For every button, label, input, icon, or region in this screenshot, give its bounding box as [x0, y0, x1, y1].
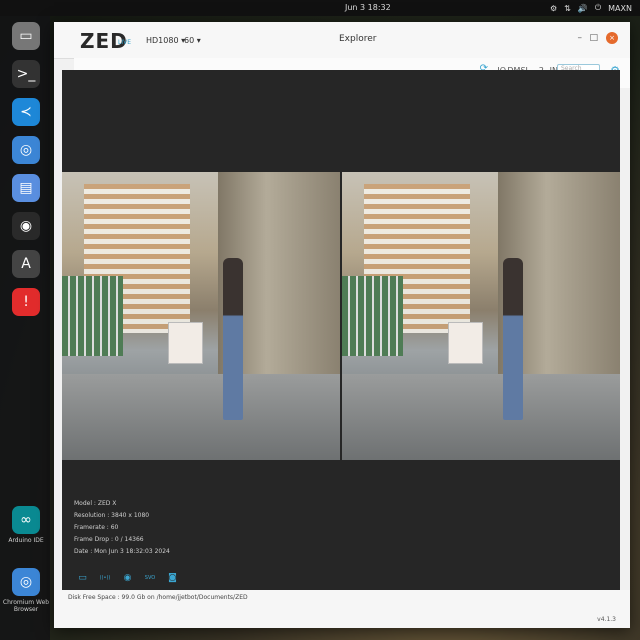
power-tray-icon[interactable]: ⏻ — [595, 3, 601, 13]
version-label: v4.1.3 — [597, 616, 616, 623]
chromium-icon[interactable]: ◎ — [12, 136, 40, 164]
framerate-info: Framerate : 60 — [74, 524, 119, 531]
chromium-browser-icon[interactable]: ◎ — [12, 568, 40, 596]
minimize-button[interactable]: – — [578, 33, 583, 43]
system-top-bar: Jun 3 18:32 ⚙ ⇅ 🔊 ⏻ MAXN — [0, 0, 640, 16]
system-tray[interactable]: ⚙ ⇅ 🔊 ⏻ MAXN — [550, 3, 632, 13]
camera-info-panel: Model : ZED X Resolution : 3840 x 1080 F… — [74, 498, 170, 558]
capture-controls: ▭ ((•)) ◉ SVO ◙ — [76, 572, 179, 585]
application-dock: ▭ >_ ≺ ◎ ▤ ◉ A! ∞ Arduino IDE ◎ Chromium Web Brows… — [0, 16, 50, 640]
help-icon[interactable]: ! — [12, 288, 40, 316]
resolution-select[interactable]: HD1080 ▾ — [146, 36, 185, 45]
terminal-icon[interactable]: >_ — [12, 60, 40, 88]
volume-tray-icon[interactable]: 🔊 — [578, 4, 588, 13]
dock-label: Chromium Web Browser — [2, 599, 50, 613]
folder-icon[interactable]: ▭ — [76, 572, 89, 585]
stereo-video-feed — [62, 172, 620, 460]
right-camera-image — [342, 172, 620, 460]
settings-tray-icon[interactable]: ⚙ — [550, 4, 557, 13]
date-info: Date : Mon Jun 3 18:32:03 2024 — [74, 548, 170, 555]
text-editor-icon[interactable]: ▤ — [12, 174, 40, 202]
folder-icon[interactable]: ▭ — [12, 22, 40, 50]
vscode-icon[interactable]: ≺ — [12, 98, 40, 126]
status-bar: Disk Free Space : 99.0 Gb on /home/jjetb… — [54, 590, 630, 628]
camera-viewer[interactable]: Model : ZED X Resolution : 3840 x 1080 F… — [62, 70, 620, 590]
record-icon[interactable]: ◉ — [121, 572, 134, 585]
obs-icon[interactable]: ◉ — [12, 212, 40, 240]
live-badge: LIVE — [118, 39, 132, 46]
title-bar: ZED LIVE HD1080 ▾ 60 ▾ Explorer – □ × — [54, 22, 630, 59]
network-tray-icon[interactable]: ⇅ — [564, 4, 571, 13]
model-info: Model : ZED X — [74, 500, 117, 507]
snapshot-icon[interactable]: ◙ — [166, 572, 179, 585]
disk-space-status: Disk Free Space : 99.0 Gb on /home/jjetb… — [68, 594, 248, 601]
accessibility-icon[interactable]: A — [12, 250, 40, 278]
clock[interactable]: Jun 3 18:32 — [345, 3, 391, 12]
svo-icon[interactable]: SVO — [142, 572, 158, 585]
window-title: Explorer — [339, 34, 377, 44]
stream-icon[interactable]: ((•)) — [97, 572, 113, 585]
frame-drop-info: Frame Drop : 0 / 14366 — [74, 536, 144, 543]
fps-select[interactable]: 60 ▾ — [184, 36, 201, 45]
close-button[interactable]: × — [606, 32, 618, 44]
resolution-info: Resolution : 3840 x 1080 — [74, 512, 150, 519]
left-camera-image — [62, 172, 340, 460]
maximize-button[interactable]: □ — [589, 33, 598, 43]
zed-explorer-window: ZED LIVE HD1080 ▾ 60 ▾ Explorer – □ × ⟳ … — [54, 22, 630, 628]
dock-label: Arduino IDE — [8, 537, 44, 544]
arduino-icon[interactable]: ∞ — [12, 506, 40, 534]
power-mode-label[interactable]: MAXN — [608, 4, 632, 13]
